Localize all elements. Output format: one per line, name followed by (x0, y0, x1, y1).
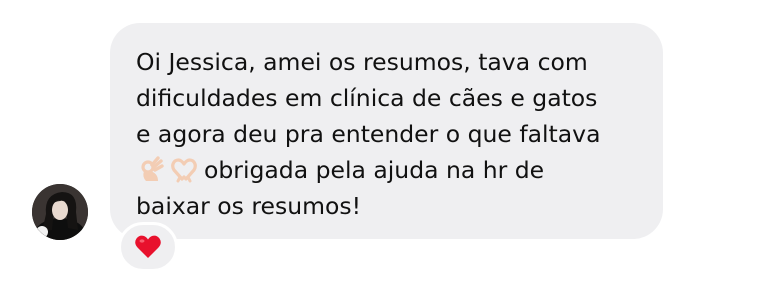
message-line-4: obrigada pela ajuda na hr de (204, 156, 545, 184)
red-heart-icon (135, 235, 161, 258)
ok-hand-icon (136, 155, 164, 183)
message-bubble[interactable]: Oi Jessica, amei os resumos, tava com di… (110, 23, 663, 239)
reaction-badge[interactable] (118, 222, 178, 272)
heart-hands-icon (170, 155, 198, 183)
message-text: Oi Jessica, amei os resumos, tava com di… (136, 44, 637, 224)
message-line-5: baixar os resumos! (136, 192, 362, 220)
profile-photo-icon (32, 184, 88, 240)
avatar[interactable] (32, 184, 88, 240)
message-line-2: dificuldades em clínica de cães e gatos (136, 84, 598, 112)
message-line-1: Oi Jessica, amei os resumos, tava com (136, 48, 588, 76)
message-line-3: e agora deu pra entender o que faltava (136, 120, 601, 148)
